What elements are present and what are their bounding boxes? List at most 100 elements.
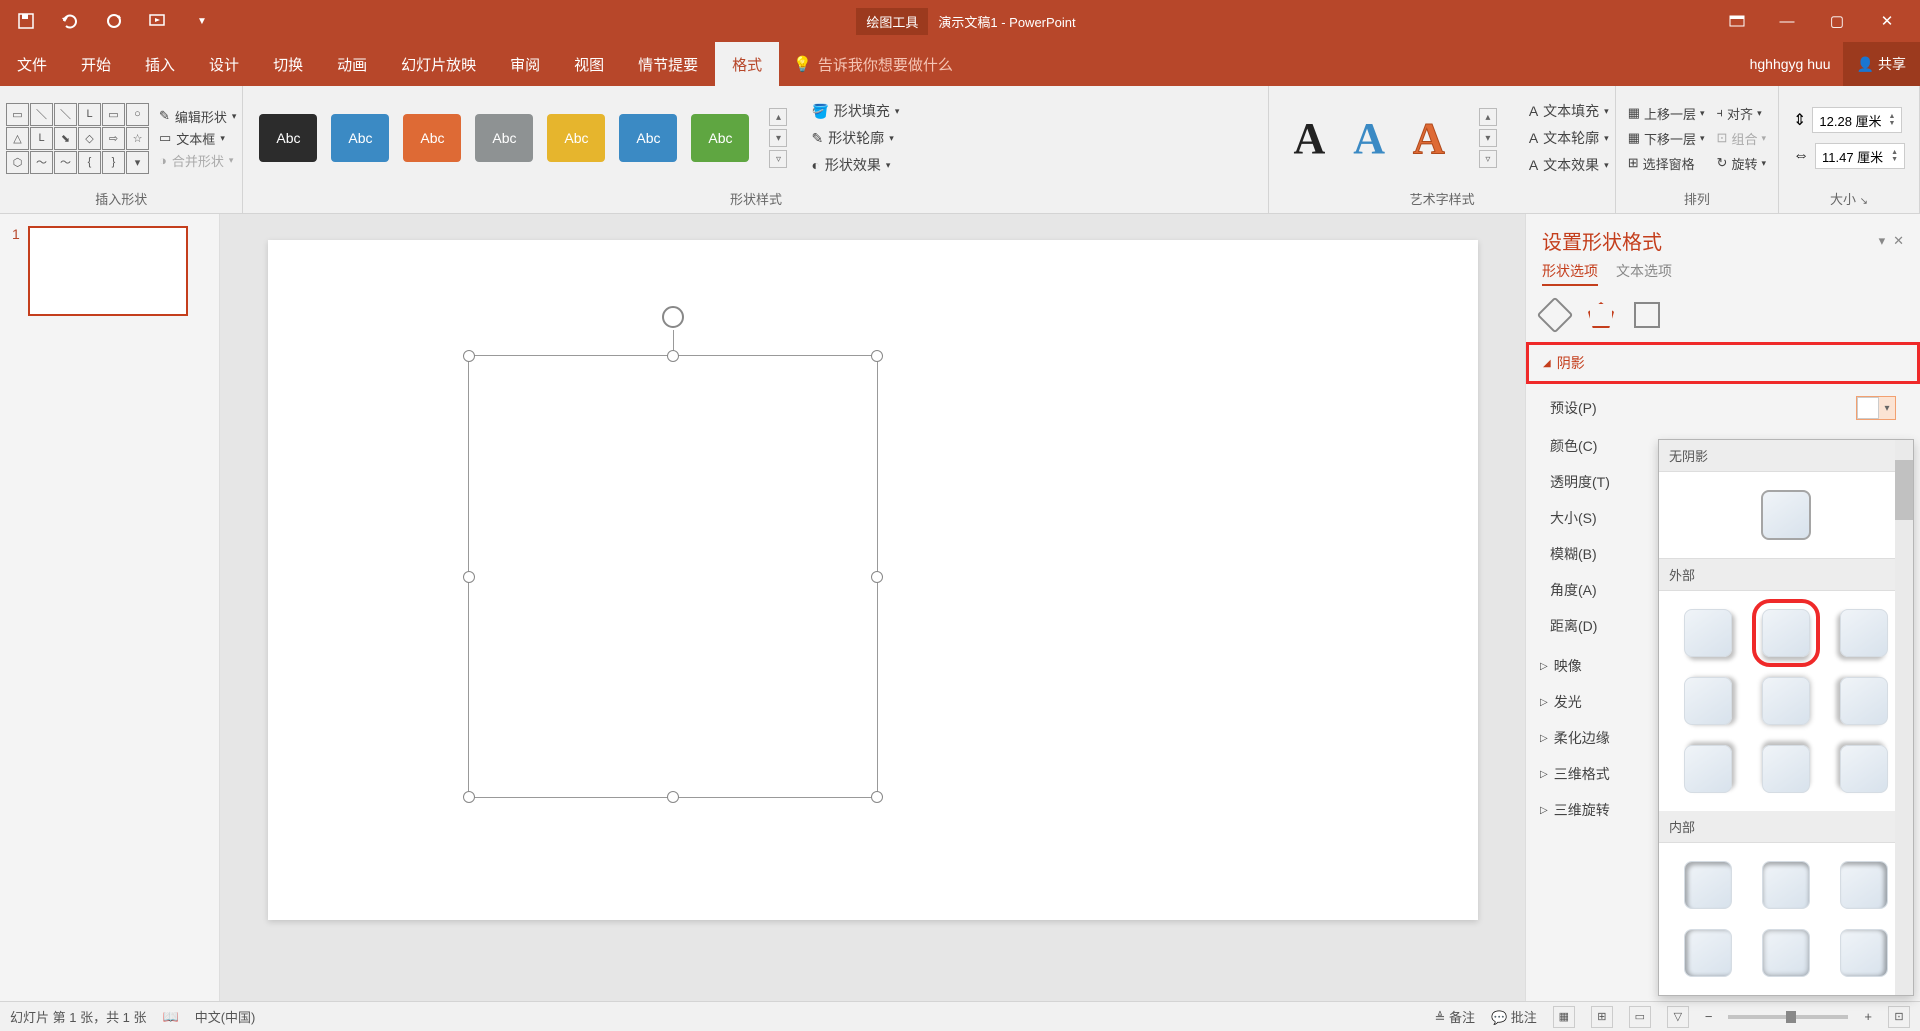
resize-handle-tl[interactable]	[463, 350, 475, 362]
tab-slideshow[interactable]: 幻灯片放映	[384, 42, 493, 86]
resize-handle-mr[interactable]	[871, 571, 883, 583]
pane-tab-shape-options[interactable]: 形状选项	[1542, 261, 1598, 286]
gallery-scroll-down[interactable]: ▾	[769, 129, 787, 147]
ribbon-display-options-button[interactable]	[1722, 6, 1752, 36]
shadow-preset-inner[interactable]	[1762, 861, 1810, 909]
shape-fill-button[interactable]: 🪣形状填充▾	[811, 101, 899, 121]
user-account[interactable]: hghhgyg huu	[1738, 42, 1843, 86]
section-shadow[interactable]: ◢ 阴影	[1526, 342, 1920, 384]
style-swatch[interactable]: Abc	[475, 114, 533, 162]
qat-customize-dropdown[interactable]: ▼	[190, 9, 214, 33]
zoom-slider[interactable]	[1728, 1015, 1848, 1019]
language-status[interactable]: 中文(中国)	[195, 1007, 256, 1026]
text-fill-button[interactable]: A文本填充▾	[1529, 101, 1609, 121]
shadow-preset-dropdown[interactable]: ▾	[1856, 396, 1896, 420]
shape-style-gallery[interactable]: Abc Abc Abc Abc Abc Abc Abc ▴ ▾ ▿	[249, 108, 797, 168]
wordart-style[interactable]: A	[1293, 113, 1325, 164]
slide[interactable]	[268, 240, 1478, 920]
wa-scroll-up[interactable]: ▴	[1479, 108, 1497, 126]
resize-handle-br[interactable]	[871, 791, 883, 803]
spell-check-icon[interactable]: 📖	[163, 1009, 179, 1025]
resize-handle-bl[interactable]	[463, 791, 475, 803]
shadow-preset-outer[interactable]	[1840, 609, 1888, 657]
comments-button[interactable]: 💬 批注	[1491, 1007, 1537, 1026]
tab-design[interactable]: 设计	[192, 42, 256, 86]
style-swatch[interactable]: Abc	[547, 114, 605, 162]
text-outline-button[interactable]: A文本轮廓▾	[1529, 128, 1609, 148]
shadow-preset-inner[interactable]	[1684, 929, 1732, 977]
send-backward-button[interactable]: ▦下移一层▾	[1628, 129, 1705, 148]
tab-insert[interactable]: 插入	[128, 42, 192, 86]
share-button[interactable]: 👤 共享	[1843, 42, 1920, 86]
tab-transitions[interactable]: 切换	[256, 42, 320, 86]
shadow-preset-inner[interactable]	[1684, 861, 1732, 909]
close-button[interactable]: ✕	[1872, 6, 1902, 36]
reading-view-button[interactable]: ▭	[1629, 1006, 1651, 1028]
slide-thumbnail[interactable]: 1	[12, 226, 207, 316]
pane-options-dropdown[interactable]: ▾	[1879, 233, 1886, 249]
wa-expand[interactable]: ▿	[1479, 150, 1497, 168]
edit-shape-button[interactable]: ✎编辑形状▾	[159, 107, 236, 126]
resize-handle-tr[interactable]	[871, 350, 883, 362]
gallery-expand[interactable]: ▿	[769, 150, 787, 168]
rotate-button[interactable]: ↻旋转▾	[1717, 154, 1766, 173]
style-swatch[interactable]: Abc	[259, 114, 317, 162]
fit-to-window-button[interactable]: ⊡	[1888, 1006, 1910, 1028]
redo-button[interactable]	[102, 9, 126, 33]
height-input[interactable]: 12.28 厘米▲▼	[1812, 107, 1902, 133]
selection-pane-button[interactable]: ⊞选择窗格	[1628, 154, 1705, 173]
shadow-preset-inner[interactable]	[1762, 929, 1810, 977]
normal-view-button[interactable]: ▦	[1553, 1006, 1575, 1028]
shadow-preset-outer[interactable]	[1684, 745, 1732, 793]
slide-sorter-view-button[interactable]: ⊞	[1591, 1006, 1613, 1028]
zoom-in-button[interactable]: +	[1864, 1009, 1872, 1024]
style-swatch[interactable]: Abc	[403, 114, 461, 162]
slide-count[interactable]: 幻灯片 第 1 张，共 1 张	[10, 1007, 147, 1026]
shape-effects-button[interactable]: ◐形状效果▾	[811, 155, 899, 175]
resize-handle-bm[interactable]	[667, 791, 679, 803]
thumbnail-preview[interactable]	[28, 226, 188, 316]
shadow-preset-outer[interactable]	[1684, 609, 1732, 657]
tab-format[interactable]: 格式	[715, 42, 779, 86]
tab-animations[interactable]: 动画	[320, 42, 384, 86]
slideshow-view-button[interactable]: ▽	[1667, 1006, 1689, 1028]
tab-review[interactable]: 审阅	[493, 42, 557, 86]
pane-icon-effects[interactable]	[1588, 302, 1614, 328]
group-button[interactable]: ⊡组合▾	[1717, 129, 1766, 148]
align-button[interactable]: ⫞对齐▾	[1717, 104, 1766, 123]
shadow-preset-outer[interactable]	[1762, 609, 1810, 657]
tell-me-search[interactable]: 💡 告诉我你想要做什么	[779, 42, 967, 86]
text-effects-button[interactable]: A文本效果▾	[1529, 155, 1609, 175]
shadow-preset-outer[interactable]	[1762, 677, 1810, 725]
style-swatch[interactable]: Abc	[331, 114, 389, 162]
shadow-preset-outer[interactable]	[1762, 745, 1810, 793]
style-swatch[interactable]: Abc	[691, 114, 749, 162]
shadow-preset-outer[interactable]	[1840, 745, 1888, 793]
width-input[interactable]: 11.47 厘米▲▼	[1815, 143, 1905, 169]
resize-handle-ml[interactable]	[463, 571, 475, 583]
gallery-scrollbar[interactable]	[1895, 440, 1913, 995]
pane-tab-text-options[interactable]: 文本选项	[1616, 261, 1672, 286]
minimize-button[interactable]: —	[1772, 6, 1802, 36]
rotate-handle[interactable]	[662, 306, 684, 328]
style-swatch[interactable]: Abc	[619, 114, 677, 162]
wordart-style[interactable]: A	[1413, 113, 1445, 164]
tab-storyboard[interactable]: 情节提要	[621, 42, 715, 86]
tab-home[interactable]: 开始	[64, 42, 128, 86]
gallery-scroll-up[interactable]: ▴	[769, 108, 787, 126]
shapes-gallery[interactable]: ▭＼＼L▭○ △L⬊◇⇨☆ ⬡〜〜{}▾	[6, 103, 149, 174]
shadow-preset-none[interactable]	[1761, 490, 1811, 540]
tab-file[interactable]: 文件	[0, 42, 64, 86]
resize-handle-tm[interactable]	[667, 350, 679, 362]
tab-view[interactable]: 视图	[557, 42, 621, 86]
pane-icon-fill[interactable]	[1537, 297, 1574, 334]
merge-shapes-button[interactable]: ◑合并形状▾	[159, 151, 236, 170]
shadow-preset-outer[interactable]	[1840, 677, 1888, 725]
bring-forward-button[interactable]: ▦上移一层▾	[1628, 104, 1705, 123]
undo-button[interactable]	[58, 9, 82, 33]
start-from-beginning-button[interactable]	[146, 9, 170, 33]
wa-scroll-down[interactable]: ▾	[1479, 129, 1497, 147]
save-button[interactable]	[14, 9, 38, 33]
pane-icon-size-properties[interactable]	[1634, 302, 1660, 328]
text-box-button[interactable]: ▭文本框▾	[159, 129, 236, 148]
